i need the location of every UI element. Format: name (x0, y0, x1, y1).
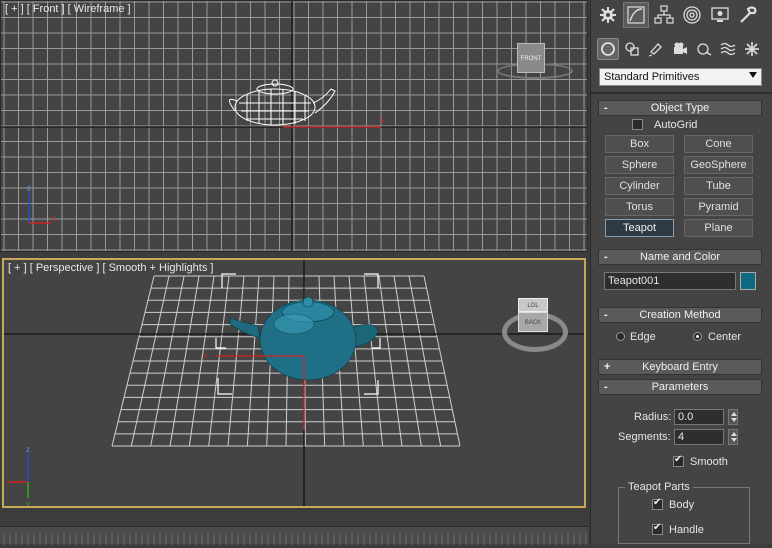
svg-text:z: z (26, 445, 30, 454)
create-icon (600, 7, 616, 23)
create-subcategory-tabs (597, 38, 767, 62)
display-icon (711, 7, 729, 22)
create-tab[interactable] (595, 2, 621, 28)
svg-text:y: y (26, 499, 30, 508)
category-dropdown-value: Standard Primitives (604, 71, 700, 83)
modify-icon (627, 6, 645, 24)
smooth-checkbox[interactable] (673, 454, 684, 467)
spacewarps-icon (720, 42, 736, 56)
lights-tab[interactable] (645, 38, 667, 60)
shapes-tab[interactable] (621, 38, 643, 60)
category-dropdown[interactable]: Standard Primitives (599, 68, 762, 86)
keyboard-entry-rollout-header[interactable]: + Keyboard Entry (598, 359, 762, 375)
perspective-viewcube-front: BACK (518, 312, 548, 332)
edge-radio-label: Edge (630, 331, 656, 343)
smooth-label: Smooth (690, 456, 728, 468)
svg-text:z: z (27, 184, 31, 193)
segments-label: Segments: (618, 431, 671, 443)
edge-radio[interactable] (616, 332, 625, 341)
object-type-rollout-header[interactable]: - Object Type (598, 100, 762, 116)
systems-tab[interactable] (741, 38, 763, 60)
front-axis-x-label: x (381, 116, 385, 125)
cameras-icon (674, 42, 687, 54)
autogrid-label: AutoGrid (654, 119, 698, 131)
spacewarps-tab[interactable] (717, 38, 739, 60)
cone-button[interactable]: Cone (684, 135, 753, 153)
tube-button[interactable]: Tube (684, 177, 753, 195)
parameters-rollout-header[interactable]: - Parameters (598, 379, 762, 395)
shapes-icon (625, 42, 639, 56)
svg-text:x: x (51, 214, 55, 223)
geometry-icon (601, 42, 615, 56)
geosphere-button[interactable]: GeoSphere (684, 156, 753, 174)
front-viewcube-face: FRONT (517, 43, 545, 73)
body-checkbox[interactable] (652, 497, 663, 510)
center-radio-label: Center (708, 331, 742, 343)
motion-icon (683, 6, 701, 24)
plane-button[interactable]: Plane (684, 219, 753, 237)
perspective-viewport-label[interactable]: [ + ] [ Perspective ] [ Smooth + Highlig… (8, 262, 213, 274)
cameras-tab[interactable] (669, 38, 691, 60)
timeline-ticks (3, 533, 587, 545)
teapot-button[interactable]: Teapot (605, 219, 674, 237)
command-panel-tabs (591, 2, 772, 30)
handle-checkbox[interactable] (652, 522, 663, 535)
body-label: Body (669, 499, 695, 511)
radius-field[interactable]: 0.0 (674, 409, 724, 425)
front-viewport-canvas: x z x (1, 1, 587, 251)
chevron-down-icon (749, 72, 757, 78)
utilities-icon (740, 6, 757, 23)
modify-tab[interactable] (623, 2, 649, 28)
lights-icon (648, 43, 662, 57)
handle-label: Handle (669, 524, 704, 536)
front-viewport-label[interactable]: [ + ] [ Front ] [ Wireframe ] (5, 3, 131, 15)
hierarchy-tab[interactable] (651, 2, 677, 28)
radius-spinner[interactable] (728, 409, 738, 425)
front-viewport[interactable]: x z x [ + ] [ Front ] [ Wireframe ] FRON… (0, 0, 588, 252)
perspective-viewcube-top: LOL (518, 298, 548, 312)
front-viewcube[interactable]: FRONT (497, 43, 573, 81)
utilities-tab[interactable] (735, 2, 761, 28)
sphere-button[interactable]: Sphere (605, 156, 674, 174)
hierarchy-icon (654, 5, 674, 24)
perspective-viewport[interactable]: x z y [ + ] [ Perspective ] [ Smooth + H… (2, 258, 586, 508)
torus-button[interactable]: Torus (605, 198, 674, 216)
cylinder-button[interactable]: Cylinder (605, 177, 674, 195)
teapot-parts-label: Teapot Parts (625, 481, 693, 493)
svg-text:x: x (204, 351, 208, 360)
motion-tab[interactable] (679, 2, 705, 28)
front-teapot-wireframe (229, 79, 336, 126)
radius-label: Radius: (634, 411, 672, 423)
perspective-viewport-canvas: x z y (4, 260, 584, 508)
object-color-swatch[interactable] (740, 272, 756, 290)
center-radio[interactable] (693, 332, 702, 341)
segments-spinner[interactable] (728, 429, 738, 445)
geometry-tab[interactable] (597, 38, 619, 60)
display-tab[interactable] (707, 2, 733, 28)
perspective-viewcube[interactable]: LOL BACK (500, 290, 570, 360)
object-name-field[interactable]: Teapot001 (604, 272, 736, 290)
creation-method-rollout-header[interactable]: - Creation Method (598, 307, 762, 323)
box-button[interactable]: Box (605, 135, 674, 153)
panel-divider (590, 92, 772, 94)
segments-field[interactable]: 4 (674, 429, 724, 445)
time-slider-track[interactable] (0, 526, 588, 545)
helpers-tab[interactable] (693, 38, 715, 60)
helpers-icon (697, 43, 712, 56)
autogrid-checkbox[interactable] (632, 119, 643, 130)
systems-icon (745, 42, 759, 56)
pyramid-button[interactable]: Pyramid (684, 198, 753, 216)
name-and-color-rollout-header[interactable]: - Name and Color (598, 249, 762, 265)
